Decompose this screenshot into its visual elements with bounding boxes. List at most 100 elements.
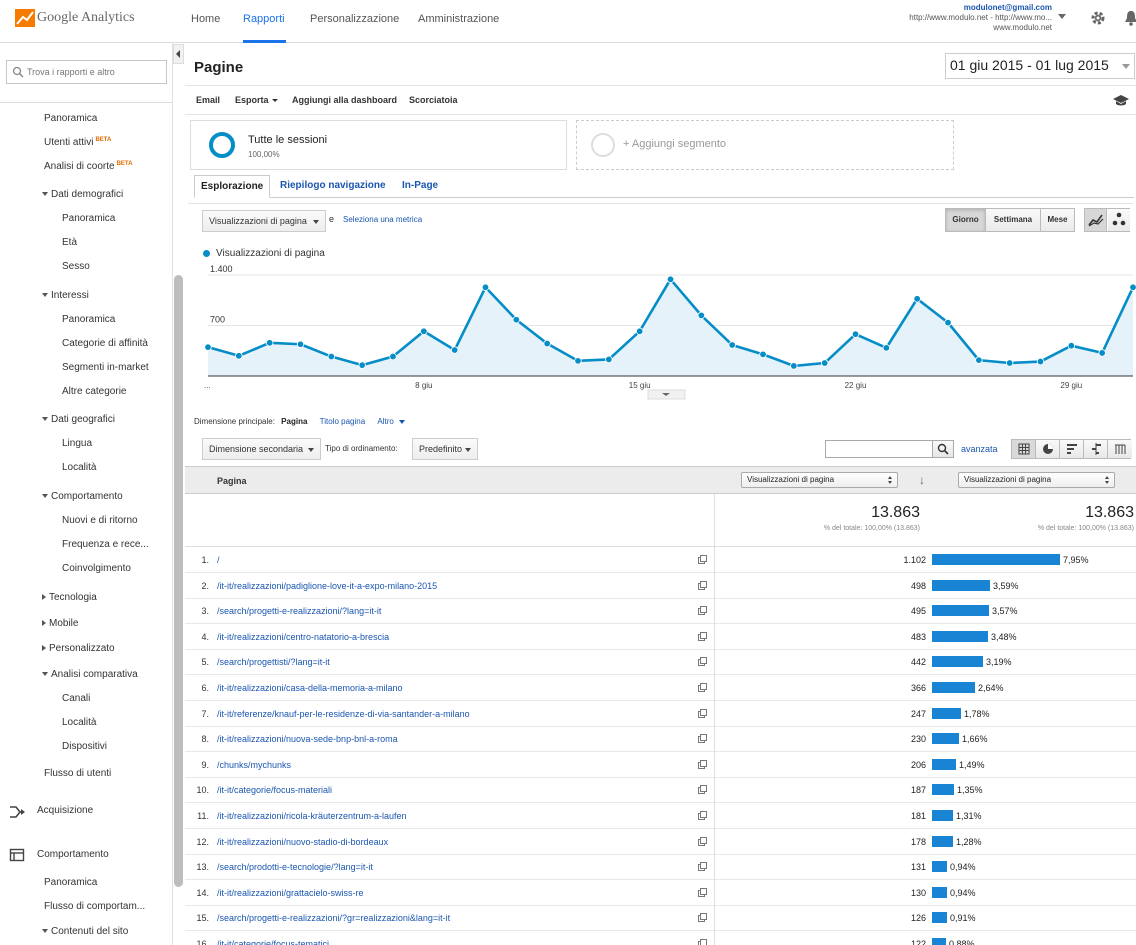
sidebar-item[interactable]: Località — [62, 717, 96, 728]
sidebar-section-behavior[interactable]: Comportamento — [37, 849, 109, 860]
page-link[interactable]: /chunks/mychunks — [217, 760, 291, 770]
data-point[interactable] — [944, 318, 952, 327]
external-link-icon[interactable] — [698, 708, 707, 718]
data-point[interactable] — [358, 361, 366, 369]
sidebar-item[interactable]: Personalizzato — [42, 643, 115, 654]
tab-navigation-summary[interactable]: Riepilogo navigazione — [280, 180, 386, 191]
week-button[interactable]: Settimana — [986, 209, 1041, 231]
data-point[interactable] — [543, 339, 551, 348]
segment-all-sessions[interactable]: Tutte le sessioni 100,00% — [190, 120, 567, 170]
comparison-view-button[interactable] — [1084, 440, 1108, 458]
data-point[interactable] — [512, 316, 521, 324]
add-segment-button[interactable]: + Aggiungi segmento — [576, 120, 954, 170]
sidebar-item[interactable]: Frequenza e rece... — [62, 539, 149, 550]
advanced-filter-link[interactable]: avanzata — [961, 444, 998, 454]
sidebar-item[interactable]: Dati demografici — [42, 189, 123, 200]
data-point[interactable] — [389, 352, 397, 361]
pie-view-button[interactable] — [1036, 440, 1060, 458]
data-point[interactable] — [296, 340, 305, 348]
bell-icon[interactable] — [1124, 10, 1136, 26]
sidebar-item[interactable]: Coinvolgimento — [62, 563, 131, 574]
chevron-down-icon[interactable] — [1058, 14, 1066, 19]
sidebar-scrollbar[interactable] — [174, 275, 183, 887]
table-view-button[interactable] — [1012, 440, 1036, 458]
data-point[interactable] — [697, 311, 706, 320]
data-point[interactable] — [265, 339, 274, 347]
data-point[interactable] — [204, 343, 212, 351]
data-point[interactable] — [450, 346, 459, 354]
sort-type-select[interactable]: Predefinito — [412, 438, 478, 460]
data-point[interactable] — [728, 341, 736, 349]
sidebar-item[interactable]: Canali — [62, 693, 90, 704]
sidebar-item[interactable]: Contenuti del sito — [42, 926, 128, 937]
data-point[interactable] — [1067, 341, 1076, 350]
dimension-page-title-link[interactable]: Titolo pagina — [320, 417, 366, 426]
sidebar-item[interactable]: Tecnologia — [42, 592, 97, 603]
page-link[interactable]: /it-it/categorie/focus-tematici — [217, 939, 329, 945]
data-point[interactable] — [1036, 357, 1045, 366]
table-search[interactable] — [825, 440, 933, 458]
sidebar-item[interactable]: Dati geografici — [42, 414, 115, 425]
performance-view-button[interactable] — [1060, 440, 1084, 458]
sidebar-item[interactable]: Nuovi e di ritorno — [62, 515, 138, 526]
day-button[interactable]: Giorno — [946, 209, 986, 231]
data-point[interactable] — [235, 352, 243, 360]
page-link[interactable]: /it-it/realizzazioni/padiglione-love-it-… — [217, 581, 437, 591]
sidebar-item[interactable]: Panoramica — [62, 314, 115, 325]
tab-in-page[interactable]: In-Page — [402, 180, 438, 191]
email-button[interactable]: Email — [196, 95, 220, 105]
data-point[interactable] — [635, 327, 644, 335]
external-link-icon[interactable] — [698, 606, 707, 616]
page-link[interactable]: /it-it/realizzazioni/nuovo-stadio-di-bor… — [217, 837, 388, 847]
sidebar-item[interactable]: Sesso — [62, 261, 90, 272]
add-to-dashboard-button[interactable]: Aggiungi alla dashboard — [292, 95, 397, 105]
external-link-icon[interactable] — [698, 785, 707, 795]
sidebar-item[interactable]: Mobile — [42, 618, 78, 629]
external-link-icon[interactable] — [698, 683, 707, 692]
page-link[interactable]: /search/progetti-e-realizzazioni/?gr=rea… — [217, 913, 450, 923]
shortcut-button[interactable]: Scorciatoia — [409, 95, 458, 105]
data-point[interactable] — [1098, 349, 1106, 357]
select-metric-link[interactable]: Seleziona una metrica — [343, 215, 422, 224]
external-link-icon[interactable] — [698, 836, 707, 846]
sidebar-item[interactable]: Categorie di affinità — [62, 338, 148, 349]
sidebar-item[interactable]: Analisi comparativa — [42, 669, 138, 680]
table-search-input[interactable] — [828, 442, 928, 456]
data-point[interactable] — [327, 352, 336, 361]
metric-column-select-1[interactable]: Visualizzazioni di pagina — [741, 472, 898, 488]
metric-selector[interactable]: Visualizzazioni di pagina — [202, 210, 326, 232]
page-link[interactable]: /it-it/categorie/focus-materiali — [217, 785, 332, 795]
page-link[interactable]: /it-it/realizzazioni/grattacielo-swiss-r… — [217, 888, 364, 898]
page-link[interactable]: /it-it/realizzazioni/centro-natatorio-a-… — [217, 632, 389, 642]
page-link[interactable]: /it-it/realizzazioni/ricola-kräuterzentr… — [217, 811, 407, 821]
data-point[interactable] — [666, 275, 675, 284]
sidebar-item[interactable]: Località — [62, 462, 96, 473]
sidebar-item[interactable]: Analisi di coorte BETA — [44, 161, 132, 172]
sidebar-item[interactable]: Età — [62, 237, 77, 248]
gear-icon[interactable] — [1090, 10, 1106, 26]
account-selector[interactable]: modulonet@gmail.com http://www.modulo.ne… — [909, 3, 1052, 33]
sidebar-item[interactable]: Panoramica — [62, 213, 115, 224]
page-link[interactable]: / — [217, 555, 220, 565]
external-link-icon[interactable] — [698, 555, 707, 564]
data-point[interactable] — [574, 357, 582, 365]
external-link-icon[interactable] — [698, 862, 707, 872]
sidebar-item[interactable]: Panoramica — [44, 113, 97, 124]
table-search-button[interactable] — [932, 440, 954, 458]
data-point[interactable] — [420, 327, 428, 335]
external-link-icon[interactable] — [698, 811, 707, 820]
report-search-input[interactable] — [27, 64, 162, 80]
sidebar-item[interactable]: Interessi — [42, 290, 89, 301]
page-link[interactable]: /it-it/referenze/knauf-per-le-residenze-… — [217, 709, 470, 719]
dimension-other-link[interactable]: Altro — [377, 417, 393, 426]
sidebar-item[interactable]: Segmenti in-market — [62, 362, 149, 373]
data-point[interactable] — [605, 355, 613, 364]
tab-explorer[interactable]: Esplorazione — [194, 175, 271, 198]
sidebar-item[interactable]: Dispositivi — [62, 741, 107, 752]
scatter-chart-button[interactable] — [1108, 209, 1130, 231]
external-link-icon[interactable] — [698, 657, 707, 667]
sidebar-item[interactable]: Panoramica — [44, 877, 97, 888]
external-link-icon[interactable] — [698, 734, 707, 744]
nav-customization[interactable]: Personalizzazione — [310, 13, 399, 25]
sidebar-section-acquisition[interactable]: Acquisizione — [37, 805, 93, 816]
